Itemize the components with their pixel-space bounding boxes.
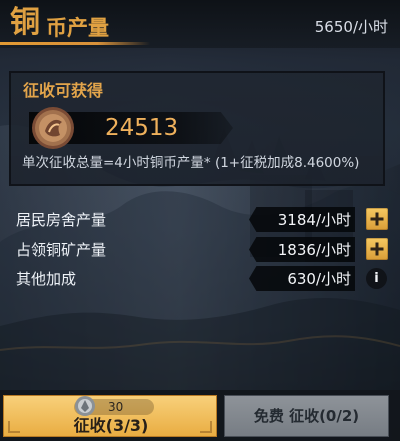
free-collect-button[interactable]: 免费 征收(0/2) [224, 395, 389, 437]
resource-title-rest: 币产量 [46, 16, 109, 40]
collect-button[interactable]: 30 征收(3/3) [3, 395, 217, 437]
production-rate: 5650/小时 [314, 18, 388, 36]
collect-button-label: 征收(3/3) [73, 416, 149, 435]
residence-production-label: 居民房舍产量 [16, 211, 107, 229]
collect-formula: 单次征收总量=4小时铜币产量* (1+征税加成8.4600%) [22, 155, 360, 171]
residence-production-value: 3184/小时 [277, 211, 351, 229]
title-underline [0, 42, 150, 45]
bottom-action-area: 30 征收(3/3) 免费 征收(0/2) [0, 390, 400, 441]
free-collect-label: 免费 征收(0/2) [253, 407, 360, 425]
collect-summary-box: 征收可获得 24513 单次征收总量=4小时铜币产量* (1+征税加成8.460… [9, 71, 385, 186]
copper-coin-icon [32, 107, 74, 149]
collect-cost: 30 [108, 400, 124, 414]
production-row: 其他加成 630/小时 i [0, 266, 400, 293]
copper-production-panel: 铜 币产量 5650/小时 征收可获得 24513 单次征收总量=4小时铜币产量… [0, 0, 400, 441]
resource-title-main: 铜 [10, 5, 40, 40]
other-bonus-label: 其他加成 [16, 270, 77, 288]
info-icon[interactable]: i [366, 268, 387, 289]
collect-label: 征收可获得 [23, 81, 104, 100]
copper-mine-plus-icon[interactable] [366, 238, 388, 260]
production-row: 占领铜矿产量 1836/小时 [0, 237, 400, 264]
other-bonus-value: 630/小时 [287, 270, 351, 288]
production-row: 居民房舍产量 3184/小时 [0, 207, 400, 234]
residence-plus-icon[interactable] [366, 208, 388, 230]
copper-mine-production-value: 1836/小时 [277, 241, 351, 259]
silver-token-icon [75, 396, 95, 416]
header-bar: 铜 币产量 5650/小时 [0, 0, 400, 48]
copper-mine-production-label: 占领铜矿产量 [16, 241, 107, 259]
collect-amount: 24513 [105, 115, 179, 141]
resource-title: 铜 币产量 [0, 0, 160, 48]
